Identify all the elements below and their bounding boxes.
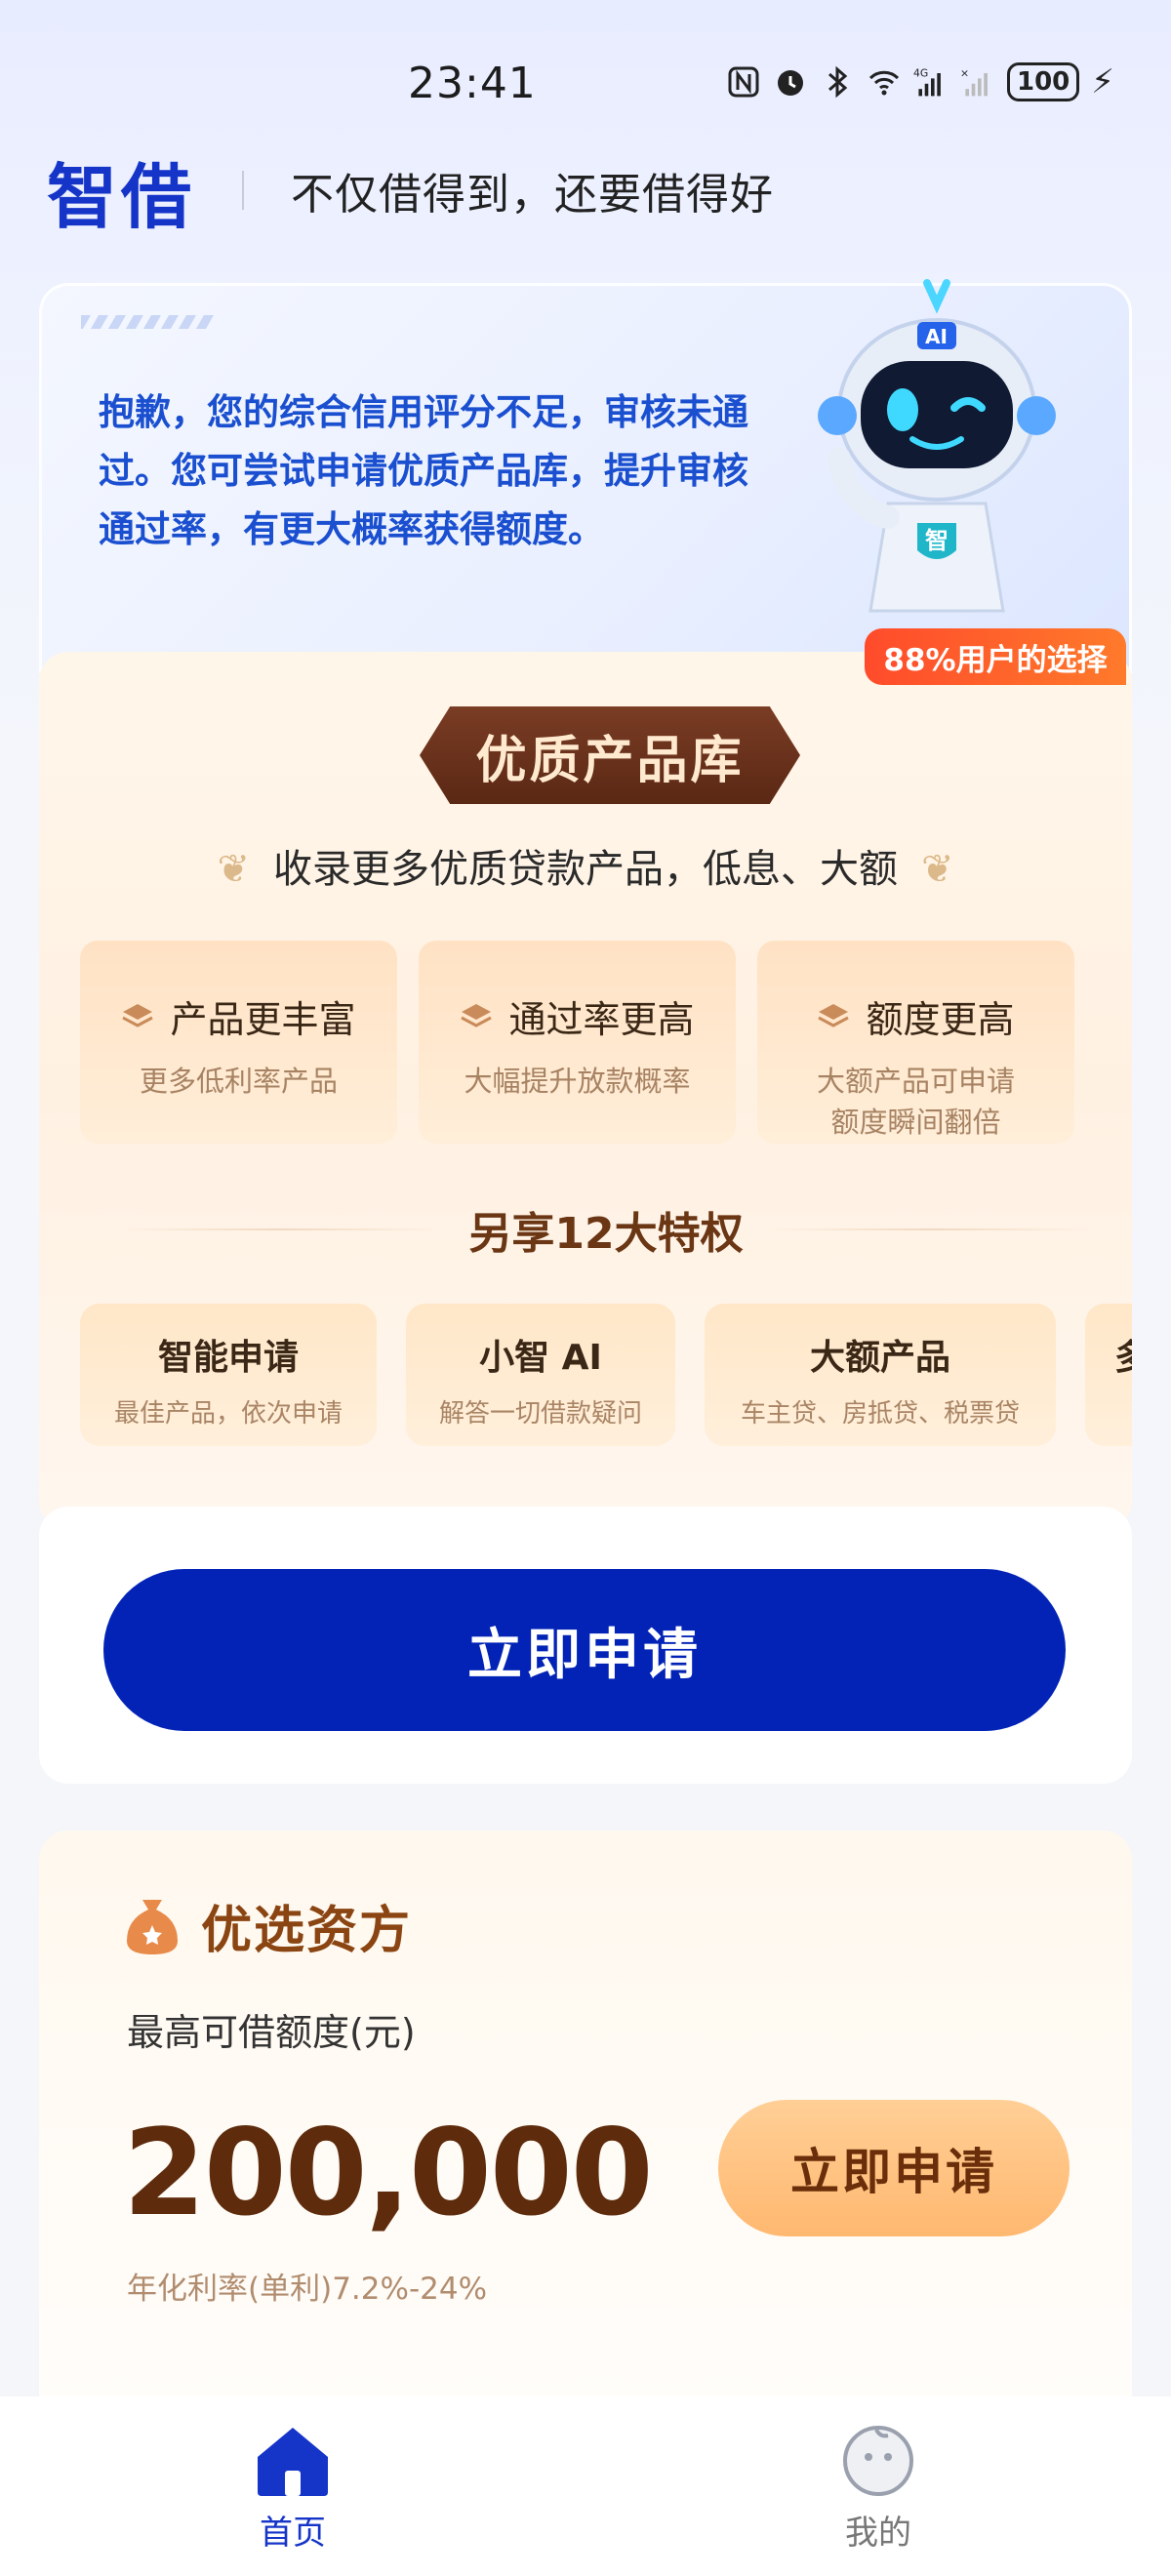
signal-no-sim-icon: × [960, 67, 989, 97]
divider-line [123, 1228, 440, 1230]
layers-icon [461, 1003, 493, 1027]
apply-now-button[interactable]: 立即申请 [103, 1569, 1066, 1731]
feature-desc: 大幅提升放款概率 [464, 1065, 691, 1098]
feature-item: 产品更丰富 更多低利率产品 [80, 941, 397, 1144]
app-header: 智借 不仅借得到，还要借得好 [47, 146, 1130, 238]
divider-line [772, 1228, 1090, 1230]
charging-icon: ⚡ [1091, 62, 1114, 101]
apply-card: 立即申请 [39, 1507, 1132, 1784]
laurel-left-icon: ❦ [217, 847, 250, 892]
robot-ai-label: AI [925, 325, 948, 348]
nfc-icon [728, 66, 759, 98]
robot-chest-label: 智 [925, 527, 949, 554]
limit-value: 200,000 [123, 2104, 654, 2242]
privilege-title: 智能申请 [157, 1338, 299, 1378]
status-time: 23:41 [408, 59, 537, 108]
privilege-item: 大额产品 车主贷、房抵贷、税票贷 [705, 1304, 1056, 1446]
privilege-item: 多 [1085, 1304, 1132, 1446]
preferred-lender-card: 优选资方 最高可借额度(元) 200,000 年化利率(单利)7.2%-24% … [39, 1831, 1132, 2416]
feature-item: 额度更高 大额产品可申请 额度瞬间翻倍 [757, 941, 1074, 1144]
app-logo: 智借 [47, 155, 196, 238]
nav-item-profile[interactable]: 我的 [586, 2396, 1171, 2576]
privilege-title: 多 [1114, 1329, 1132, 1380]
status-icons: 4G × 100 ⚡ [726, 62, 1114, 101]
privilege-desc: 最佳产品，依次申请 [113, 1399, 343, 1429]
lender-header: 优选资方 [125, 1889, 412, 1962]
privilege-desc: 车主贷、房抵贷、税票贷 [740, 1399, 1020, 1429]
svg-text:×: × [960, 67, 969, 80]
premium-title: 优质产品库 [420, 706, 800, 804]
premium-subtitle: 收录更多优质贷款产品，低息、大额 [273, 847, 898, 892]
privilege-desc: 解答一切借款疑问 [438, 1399, 642, 1429]
privilege-title: 大额产品 [809, 1338, 950, 1378]
profile-face-icon [843, 2426, 913, 2496]
privilege-heading-row: 另享12大特权 [123, 1198, 1090, 1261]
decor-stripes [81, 315, 214, 329]
feature-desc: 大额产品可申请 额度瞬间翻倍 [816, 1065, 1015, 1139]
feature-item: 通过率更高 大幅提升放款概率 [419, 941, 736, 1144]
app-slogan: 不仅借得到，还要借得好 [291, 170, 775, 220]
privilege-carousel[interactable]: 智能申请 最佳产品，依次申请 小智 AI 解答一切借款疑问 大额产品 车主贷、房… [80, 1304, 1132, 1450]
limit-label: 最高可借额度(元) [127, 2011, 416, 2054]
feature-title: 通过率更高 [508, 998, 695, 1041]
privilege-item: 智能申请 最佳产品，依次申请 [80, 1304, 377, 1446]
layers-icon [818, 1003, 850, 1027]
premium-subtitle-row: ❦ 收录更多优质贷款产品，低息、大额 ❦ [39, 837, 1132, 894]
premium-product-card: 优质产品库 ❦ 收录更多优质贷款产品，低息、大额 ❦ 产品更丰富 更多低利率产品 通… [39, 652, 1132, 1530]
feature-title: 额度更高 [866, 998, 1015, 1041]
interest-rate: 年化利率(单利)7.2%-24% [127, 2272, 488, 2307]
signal-4g-icon: 4G [913, 67, 942, 97]
nav-item-home[interactable]: 首页 [0, 2396, 586, 2576]
battery-icon: 100 [1007, 62, 1080, 101]
bluetooth-icon [828, 65, 848, 99]
money-bag-icon [127, 1899, 178, 1954]
home-icon [258, 2428, 328, 2496]
privilege-title: 另享12大特权 [468, 1209, 744, 1259]
wifi-icon [869, 70, 900, 96]
nav-label-home: 首页 [260, 2514, 326, 2553]
privilege-title: 小智 AI [479, 1338, 602, 1378]
feature-list: 产品更丰富 更多低利率产品 通过率更高 大幅提升放款概率 额度更高 大额产品可申… [80, 941, 1095, 1144]
privilege-item: 小智 AI 解答一切借款疑问 [406, 1304, 675, 1446]
ai-robot-mascot-icon: AI 智 [818, 279, 1056, 613]
lender-title: 优选资方 [201, 1902, 413, 1960]
feature-title: 产品更丰富 [170, 998, 356, 1041]
bottom-nav: 首页 我的 [0, 2396, 1171, 2576]
header-divider [242, 171, 245, 210]
popular-choice-badge: 88%用户的选择 [865, 628, 1126, 685]
svg-text:4G: 4G [913, 67, 928, 80]
alarm-icon [778, 70, 804, 96]
nav-label-profile: 我的 [845, 2514, 911, 2553]
feature-desc: 更多低利率产品 [139, 1065, 338, 1098]
lender-apply-button[interactable]: 立即申请 [718, 2100, 1070, 2236]
laurel-right-icon: ❦ [921, 847, 954, 892]
rejection-message: 抱歉，您的综合信用评分不足，审核未通过。您可尝试申请优质产品库，提升审核通过率，… [99, 391, 748, 550]
layers-icon [122, 1003, 154, 1027]
